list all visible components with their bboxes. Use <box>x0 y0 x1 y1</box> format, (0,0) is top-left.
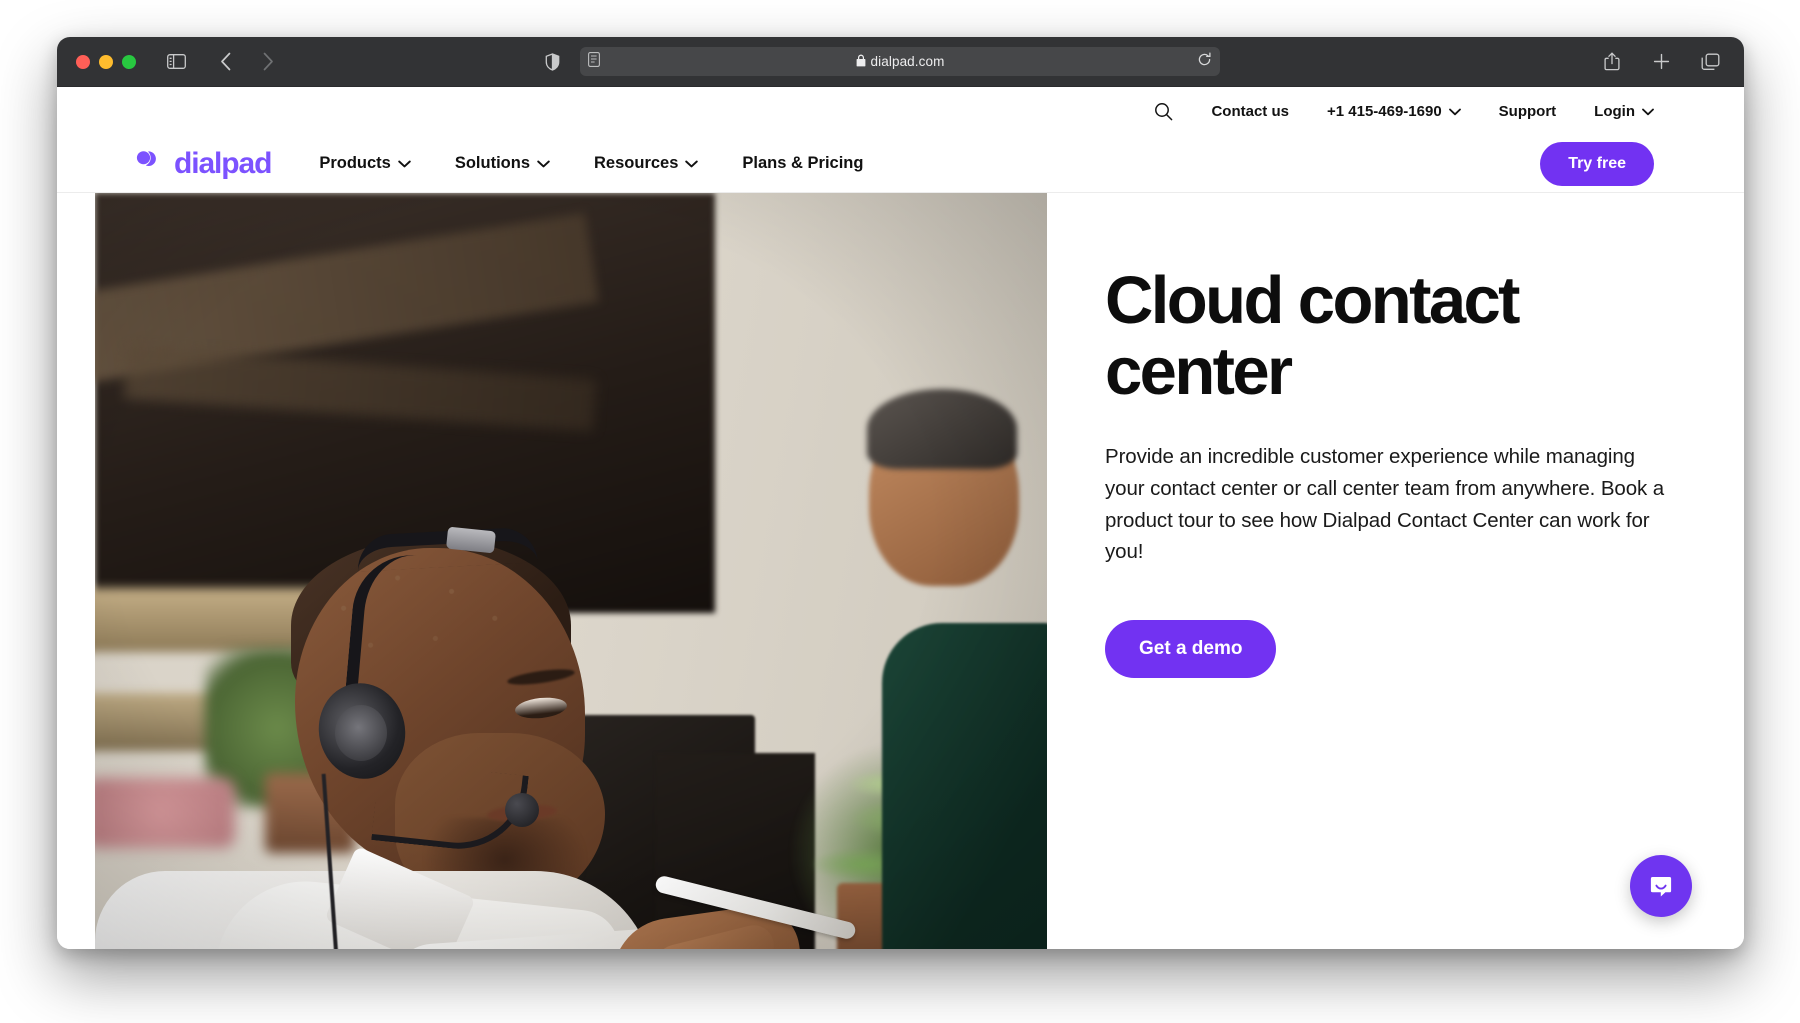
primary-nav-links: Products Solutions Resources Plans & Pri… <box>319 154 863 173</box>
nav-item-solutions[interactable]: Solutions <box>455 154 550 173</box>
phone-number-label: +1 415-469-1690 <box>1326 102 1442 120</box>
nav-item-products-label: Products <box>319 154 391 172</box>
chevron-left-icon[interactable] <box>212 48 240 76</box>
hero-image <box>95 193 1047 949</box>
contact-us-link[interactable]: Contact us <box>1211 103 1289 120</box>
toolbar-right-actions <box>1598 48 1724 76</box>
plus-icon[interactable] <box>1647 48 1675 76</box>
hero-section: Cloud contact center Provide an incredib… <box>57 193 1744 949</box>
get-a-demo-button[interactable]: Get a demo <box>1105 620 1277 679</box>
shield-icon[interactable] <box>538 48 566 76</box>
url-text-group: dialpad.com <box>580 54 1220 70</box>
page-title: Cloud contact center <box>1105 263 1520 410</box>
chevron-down-icon <box>537 154 550 173</box>
nav-item-plans-pricing[interactable]: Plans & Pricing <box>742 154 863 173</box>
nav-item-solutions-label: Solutions <box>454 154 531 172</box>
web-page: Contact us +1 415-469-1690 Support Login <box>57 87 1744 949</box>
login-label: Login <box>1594 102 1635 120</box>
nav-item-products[interactable]: Products <box>319 154 411 173</box>
window-controls <box>76 54 136 69</box>
url-host: dialpad.com <box>870 54 945 69</box>
chevron-right-icon[interactable] <box>254 48 282 76</box>
hero-copy: Cloud contact center Provide an incredib… <box>1047 193 1744 949</box>
search-icon[interactable] <box>1154 102 1173 121</box>
dialpad-logo-text: dialpad <box>174 146 272 180</box>
chevron-down-icon <box>1642 103 1654 120</box>
reload-icon[interactable] <box>1197 52 1212 72</box>
support-link[interactable]: Support <box>1499 103 1557 120</box>
login-dropdown[interactable]: Login <box>1594 103 1654 120</box>
zoom-window-button[interactable] <box>122 54 136 69</box>
chevron-down-icon <box>1448 103 1461 120</box>
phone-number-dropdown[interactable]: +1 415-469-1690 <box>1327 103 1461 120</box>
contact-us-label: Contact us <box>1211 102 1289 120</box>
dialpad-logo-mark <box>135 148 165 179</box>
address-bar[interactable]: dialpad.com <box>580 47 1220 76</box>
chevron-down-icon <box>398 154 411 173</box>
browser-toolbar: dialpad.com <box>57 37 1744 87</box>
nav-item-plans-pricing-label: Plans & Pricing <box>742 154 864 172</box>
sidebar-icon[interactable] <box>162 48 190 76</box>
support-label: Support <box>1498 102 1557 120</box>
hero-subtitle: Provide an incredible customer experienc… <box>1105 445 1665 564</box>
nav-item-resources-label: Resources <box>594 154 679 172</box>
chat-bubble-icon[interactable] <box>1630 855 1692 917</box>
desktop-background: dialpad.com Contact us +1 415-469-1690 S… <box>0 0 1800 1023</box>
nav-item-resources[interactable]: Resources <box>594 154 699 173</box>
try-free-button[interactable]: Try free <box>1540 141 1654 186</box>
browser-window: dialpad.com Contact us +1 415-469-1690 S… <box>57 37 1744 949</box>
share-icon[interactable] <box>1598 48 1626 76</box>
nav-buttons <box>212 48 282 76</box>
main-navbar: dialpad Products Solutions Resources Pla… <box>57 135 1744 193</box>
lock-icon <box>856 54 866 70</box>
reader-view-icon[interactable] <box>588 51 600 72</box>
tab-overview-icon[interactable] <box>1696 48 1724 76</box>
close-window-button[interactable] <box>76 54 90 69</box>
minimize-window-button[interactable] <box>99 54 113 69</box>
dialpad-logo[interactable]: dialpad <box>135 146 272 181</box>
chevron-down-icon <box>685 154 699 173</box>
utility-navbar: Contact us +1 415-469-1690 Support Login <box>57 87 1744 135</box>
